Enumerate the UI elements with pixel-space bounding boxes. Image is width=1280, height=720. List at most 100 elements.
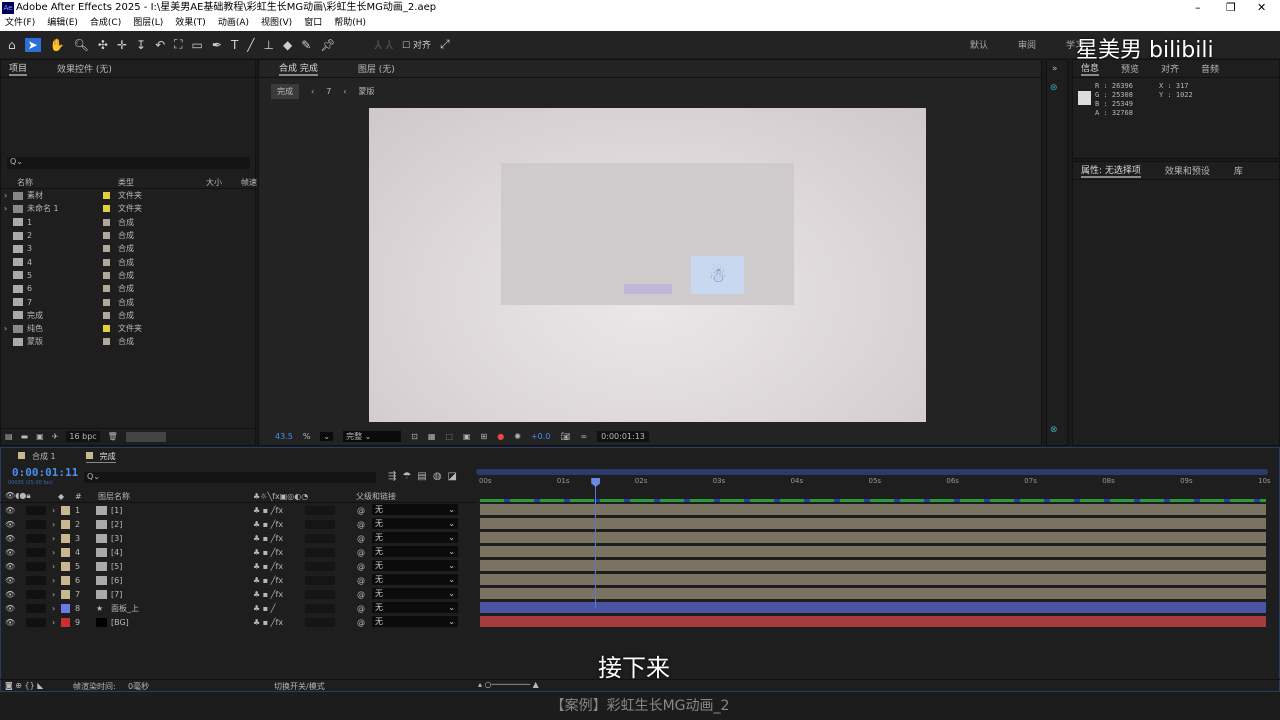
workspace-review[interactable]: 审阅 <box>1018 38 1036 51</box>
parent-dropdown[interactable]: 无 ⌄ <box>372 532 458 543</box>
safe-area-icon[interactable]: ▣ <box>463 432 471 441</box>
region-icon[interactable]: ⊡ <box>411 432 418 441</box>
visibility-eye-icon[interactable]: 👁︎ <box>5 534 15 543</box>
orbit-tool-icon[interactable]: ✣ <box>98 38 108 52</box>
tab-layer[interactable]: 图层 (无) <box>358 62 395 75</box>
layer-duration-bar[interactable] <box>480 616 1266 627</box>
snap-icon[interactable]: ⤢ <box>440 37 450 52</box>
layer-label-color[interactable] <box>61 547 70 557</box>
tab-preview[interactable]: 预览 <box>1121 62 1139 75</box>
parent-dropdown[interactable]: 无 ⌄ <box>372 504 458 515</box>
project-item[interactable]: › 未命名 1 文件夹 <box>1 202 255 215</box>
visibility-eye-icon[interactable]: 👁︎ <box>5 576 15 585</box>
frame-blend-icon[interactable]: ▤ <box>417 471 426 482</box>
expand-chevron-icon[interactable]: › <box>4 324 7 333</box>
zoom-slider[interactable]: ▴ ○──────── ▲ <box>478 680 539 689</box>
breadcrumb-7[interactable]: 7 <box>326 87 331 96</box>
expand-chevron-icon[interactable]: › <box>52 520 55 529</box>
project-item[interactable]: 1 合成 <box>1 216 255 229</box>
parent-dropdown[interactable]: 无 ⌄ <box>372 518 458 529</box>
expand-chevron-icon[interactable]: › <box>4 204 7 213</box>
layer-label-color[interactable] <box>61 505 70 515</box>
layer-label-color[interactable] <box>61 589 70 599</box>
solo-lock-switches[interactable] <box>26 617 46 627</box>
align-checkbox[interactable]: ☐ 对齐 <box>402 38 431 51</box>
layer-name[interactable]: [3] <box>111 534 122 543</box>
layer-mode-switches[interactable] <box>305 603 335 613</box>
layer-mode-switches[interactable] <box>305 505 335 515</box>
hand-tool-icon[interactable]: ✋ <box>50 38 65 52</box>
current-time[interactable]: 0:00:01:13 <box>597 431 649 442</box>
layer-name[interactable]: [1] <box>111 506 122 515</box>
tab-composition[interactable]: 合成 完成 <box>279 61 318 76</box>
layer-row[interactable]: 👁︎ › 8 ★ 面板_上 ♣ ▪ ╱ @ 无 ⌄ <box>0 601 1280 615</box>
pickwhip-icon[interactable]: @ <box>357 618 365 627</box>
home-icon[interactable]: ⌂ <box>8 38 16 52</box>
expand-chevron-icon[interactable]: › <box>52 562 55 571</box>
stamp-tool-icon[interactable]: ⊥ <box>264 38 274 52</box>
col-name[interactable]: 名称 <box>17 177 33 188</box>
project-item[interactable]: › 素材 文件夹 <box>1 189 255 202</box>
layer-mode-switches[interactable] <box>305 533 335 543</box>
expand-chevron-icon[interactable]: › <box>52 534 55 543</box>
pickwhip-icon[interactable]: @ <box>357 562 365 571</box>
layer-switches[interactable]: ♣ ▪ ╱fx <box>253 534 283 543</box>
layer-mode-switches[interactable] <box>305 561 335 571</box>
work-area-bar[interactable] <box>476 469 1268 475</box>
parent-dropdown[interactable]: 无 ⌄ <box>372 574 458 585</box>
layer-name[interactable]: [BG] <box>111 618 129 627</box>
visibility-eye-icon[interactable]: 👁︎ <box>5 506 15 515</box>
layer-label-color[interactable] <box>61 561 70 571</box>
project-item[interactable]: 6 合成 <box>1 282 255 295</box>
project-item[interactable]: 完成 合成 <box>1 309 255 322</box>
shy-icon[interactable]: ☂ <box>402 471 411 482</box>
menu-window[interactable]: 窗口 <box>304 16 322 31</box>
project-item[interactable]: 3 合成 <box>1 242 255 255</box>
menu-effect[interactable]: 效果(T) <box>175 16 206 31</box>
menu-animation[interactable]: 动画(A) <box>218 16 249 31</box>
new-comp-icon[interactable]: ▣ <box>36 432 44 441</box>
pickwhip-icon[interactable]: @ <box>357 548 365 557</box>
project-search-input[interactable]: Q⌄ <box>7 157 250 169</box>
label-color-swatch[interactable] <box>103 245 110 253</box>
parent-dropdown[interactable]: 无 ⌄ <box>372 616 458 627</box>
menu-help[interactable]: 帮助(H) <box>334 16 366 31</box>
project-item[interactable]: 4 合成 <box>1 255 255 268</box>
layer-mode-switches[interactable] <box>305 617 335 627</box>
layer-mode-switches[interactable] <box>305 575 335 585</box>
parent-dropdown[interactable]: 无 ⌄ <box>372 546 458 557</box>
render-icon[interactable]: ✈ <box>52 432 59 441</box>
show-snapshot-icon[interactable]: ∞ <box>581 432 588 441</box>
layer-name[interactable]: [4] <box>111 548 122 557</box>
menu-composition[interactable]: 合成(C) <box>90 16 121 31</box>
text-tool-icon[interactable]: T <box>231 38 238 52</box>
exposure-icon[interactable]: ✺ <box>514 432 521 441</box>
expand-chevron-icon[interactable]: › <box>52 590 55 599</box>
layer-label-color[interactable] <box>61 575 70 585</box>
expand-icon[interactable]: » <box>1052 64 1058 74</box>
solo-lock-switches[interactable] <box>26 575 46 585</box>
layer-duration-bar[interactable] <box>480 546 1266 557</box>
layer-duration-bar[interactable] <box>480 588 1266 599</box>
rectangle-tool-icon[interactable]: ▭ <box>192 38 203 52</box>
layer-row[interactable]: 👁︎ › 1 [1] ♣ ▪ ╱fx @ 无 ⌄ <box>0 503 1280 517</box>
toggle-switches-modes[interactable]: 切换开关/模式 <box>274 681 325 692</box>
layer-duration-bar[interactable] <box>480 574 1266 585</box>
menu-edit[interactable]: 编辑(E) <box>47 16 78 31</box>
pickwhip-icon[interactable]: @ <box>357 506 365 515</box>
layer-duration-bar[interactable] <box>480 602 1266 613</box>
pickwhip-icon[interactable]: @ <box>357 520 365 529</box>
layer-label-color[interactable] <box>61 519 70 529</box>
label-color-swatch[interactable] <box>103 205 110 213</box>
zoom-dropdown[interactable]: ⌄ <box>320 432 334 441</box>
solo-lock-switches[interactable] <box>26 547 46 557</box>
solo-lock-switches[interactable] <box>26 519 46 529</box>
minimize-button[interactable]: – <box>1195 0 1201 16</box>
quality-dropdown[interactable]: 完整 ⌄ <box>343 431 402 442</box>
snapshot-icon[interactable]: 📷︎ <box>560 432 570 441</box>
breadcrumb-done[interactable]: 完成 <box>271 84 299 99</box>
layer-name[interactable]: [2] <box>111 520 122 529</box>
timeline-search-input[interactable]: Q⌄ <box>84 472 376 483</box>
pickwhip-icon[interactable]: @ <box>357 534 365 543</box>
exposure-value[interactable]: +0.0 <box>531 432 550 441</box>
